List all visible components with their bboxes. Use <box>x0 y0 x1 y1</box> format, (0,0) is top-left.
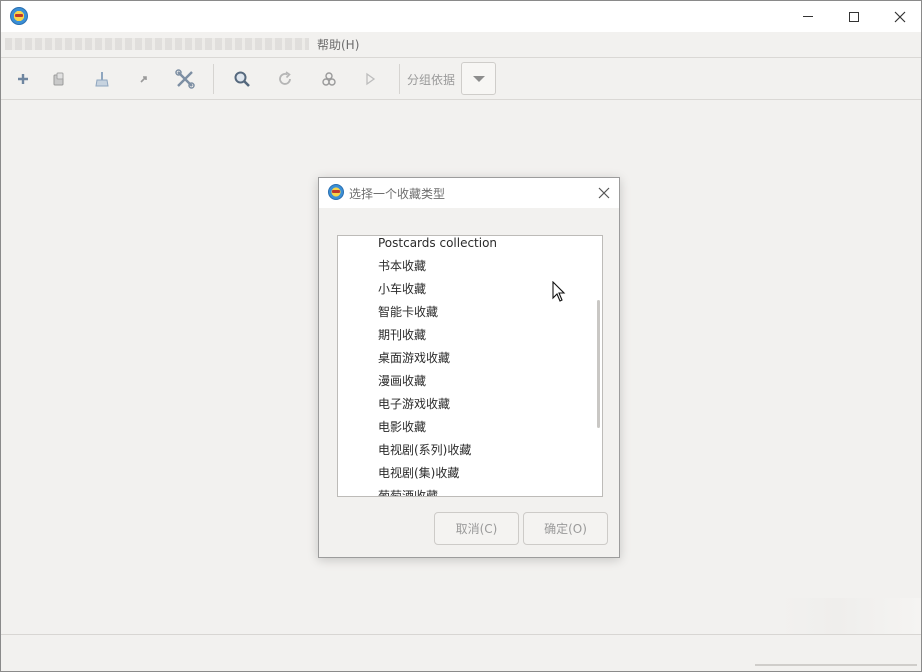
plugins-button[interactable] <box>316 66 342 92</box>
maximize-icon <box>849 11 859 22</box>
clean-icon <box>95 72 109 87</box>
plus-icon <box>18 74 28 84</box>
list-item[interactable]: 智能卡收藏 <box>338 301 592 324</box>
dialog-title-bar[interactable]: 选择一个收藏类型 <box>319 178 619 208</box>
dialog-close-button[interactable] <box>594 183 614 203</box>
minimize-icon <box>803 16 813 17</box>
chevron-down-icon <box>472 75 485 82</box>
cancel-button[interactable]: 取消(C) <box>434 512 519 545</box>
status-bar <box>1 634 921 671</box>
mouse-cursor-icon <box>552 281 566 302</box>
copy-button[interactable] <box>46 66 72 92</box>
list-item[interactable]: 桌面游戏收藏 <box>338 347 592 370</box>
list-scrollbar[interactable] <box>597 300 600 428</box>
toolbar-separator <box>399 64 400 94</box>
list-item[interactable]: 电影收藏 <box>338 416 592 439</box>
list-item[interactable]: 电子游戏收藏 <box>338 393 592 416</box>
toolbar-separator <box>213 64 214 94</box>
play-button[interactable] <box>357 66 383 92</box>
settings-button[interactable] <box>172 66 198 92</box>
group-by-dropdown[interactable] <box>461 62 496 95</box>
list-item[interactable]: 葡萄酒收藏 <box>338 485 592 496</box>
collection-type-dialog: 选择一个收藏类型 Postcards collection 书本收藏 小车收藏 … <box>318 177 620 558</box>
menu-help[interactable]: 帮助(H) <box>317 36 359 53</box>
list-item[interactable]: 电视剧(集)收藏 <box>338 462 592 485</box>
collection-type-items: Postcards collection 书本收藏 小车收藏 智能卡收藏 期刊收… <box>338 236 592 496</box>
dialog-title: 选择一个收藏类型 <box>349 187 446 201</box>
list-item[interactable]: 漫画收藏 <box>338 370 592 393</box>
export-icon <box>140 76 147 83</box>
title-bar[interactable] <box>1 1 921 32</box>
copy-icon <box>53 72 64 86</box>
group-by-label: 分组依据 <box>407 73 456 87</box>
menu-bar: 帮助(H) <box>1 32 921 56</box>
status-progress-track <box>755 664 917 666</box>
refresh-icon <box>279 71 291 85</box>
app-logo-icon <box>328 184 344 200</box>
list-item[interactable]: 书本收藏 <box>338 255 592 278</box>
close-icon <box>894 11 906 22</box>
add-button[interactable] <box>10 66 36 92</box>
list-item[interactable]: Postcards collection <box>338 236 592 255</box>
search-button[interactable] <box>229 66 255 92</box>
list-item[interactable]: 期刊收藏 <box>338 324 592 347</box>
toolbar: 分组依据 <box>1 57 921 100</box>
ok-button[interactable]: 确定(O) <box>523 512 608 545</box>
export-button[interactable] <box>131 66 157 92</box>
maximize-button[interactable] <box>831 1 877 32</box>
list-item[interactable]: 电视剧(系列)收藏 <box>338 439 592 462</box>
close-button[interactable] <box>877 1 922 32</box>
clean-button[interactable] <box>89 66 115 92</box>
tools-icon <box>175 69 195 89</box>
collection-type-list[interactable]: Postcards collection 书本收藏 小车收藏 智能卡收藏 期刊收… <box>337 235 603 497</box>
menu-items-blurred[interactable] <box>5 38 309 50</box>
play-icon <box>366 72 376 86</box>
minimize-button[interactable] <box>785 1 831 32</box>
app-logo-icon <box>10 7 28 25</box>
plugin-icon <box>322 72 336 86</box>
blurred-region <box>781 598 921 634</box>
close-icon <box>598 187 610 199</box>
refresh-button[interactable] <box>272 66 298 92</box>
search-icon <box>234 71 250 87</box>
